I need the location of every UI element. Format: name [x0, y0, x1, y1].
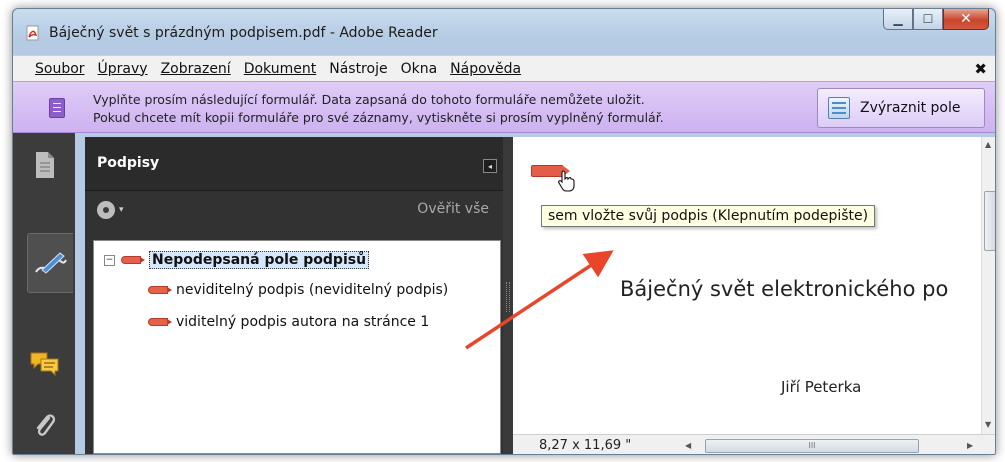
tree-item-invisible-signature[interactable]: neviditelný podpis (neviditelný podpis): [148, 279, 448, 301]
highlight-fields-icon: [828, 97, 850, 119]
form-message-bar: Vyplňte prosím následující formulář. Dat…: [13, 81, 995, 133]
verify-all-button[interactable]: Ověřit vše: [417, 201, 489, 217]
close-icon: ✕: [960, 11, 972, 27]
signature-pen-icon: [34, 252, 67, 274]
menu-nastroje[interactable]: Nástroje: [329, 61, 387, 77]
scroll-up-icon[interactable]: ▲: [985, 140, 991, 149]
title-bar[interactable]: Báječný svět s prázdným podpisem.pdf - A…: [13, 9, 995, 55]
signature-tree: − Nepodepsaná pole podpisů neviditelný p…: [93, 240, 501, 454]
form-icon: [49, 98, 65, 118]
document-heading: Báječný svět elektronického po: [620, 277, 949, 301]
highlight-fields-button[interactable]: Zvýraznit pole: [817, 88, 985, 128]
vertical-scroll-thumb[interactable]: [984, 191, 995, 251]
document-view[interactable]: sem vložte svůj podpis (Klepnutím podepi…: [513, 137, 995, 434]
signature-tooltip: sem vložte svůj podpis (Klepnutím podepi…: [541, 205, 876, 227]
tree-item-visible-signature[interactable]: viditelný podpis autora na stránce 1: [148, 311, 429, 333]
page-thumbnails-icon: [36, 152, 54, 178]
adobe-reader-window: Báječný svět s prázdným podpisem.pdf - A…: [12, 8, 996, 455]
signature-field-icon: [148, 286, 172, 294]
menu-soubor[interactable]: Soubor: [35, 61, 85, 77]
tree-item-label: viditelný podpis autora na stránce 1: [176, 314, 430, 330]
tree-group-label: Nepodepsaná pole podpisů: [149, 251, 370, 269]
chevron-down-icon: ▾: [119, 205, 124, 215]
pdf-icon: [26, 25, 39, 41]
tree-group-unsigned[interactable]: − Nepodepsaná pole podpisů: [104, 249, 370, 271]
scroll-left-icon[interactable]: ◀: [685, 441, 691, 450]
vertical-scrollbar[interactable]: ▲ ▼: [981, 137, 995, 434]
signatures-panel: Podpisy ◂ ▾ Ověřit vše − Nepodepsaná pol…: [85, 137, 503, 454]
scroll-down-icon[interactable]: ▼: [985, 420, 991, 429]
form-message-line-1: Vyplňte prosím následující formulář. Dat…: [93, 92, 645, 107]
collapse-tree-icon[interactable]: −: [104, 254, 115, 266]
signatures-panel-title: Podpisy: [97, 155, 160, 171]
paperclip-icon: [36, 414, 56, 436]
options-menu-button[interactable]: ▾: [97, 201, 124, 219]
menu-napoveda[interactable]: Nápověda: [450, 61, 521, 77]
close-button[interactable]: ✕: [943, 9, 989, 30]
menu-upravy[interactable]: Úpravy: [98, 61, 148, 77]
comments-icon: [30, 352, 59, 376]
hand-cursor-icon: [558, 170, 575, 192]
horizontal-scrollbar[interactable]: ◀ III ▶: [681, 439, 977, 454]
minimize-icon: ▁: [893, 12, 903, 26]
document-author: Jiří Peterka: [781, 378, 862, 396]
menu-dokument[interactable]: Dokument: [244, 61, 317, 77]
maximize-button[interactable]: ☐: [913, 9, 943, 30]
menu-bar: Soubor Úpravy Zobrazení Dokument Nástroj…: [13, 55, 995, 81]
menu-zobrazeni[interactable]: Zobrazení: [161, 61, 231, 77]
signature-field-icon: [148, 318, 172, 326]
panel-splitter[interactable]: [503, 137, 513, 454]
highlight-fields-label: Zvýraznit pole: [860, 100, 961, 116]
status-bar: 8,27 x 11,69 " ◀ III ▶: [513, 434, 995, 454]
signatures-panel-header: Podpisy ◂: [85, 137, 503, 191]
page-size-readout: 8,27 x 11,69 ": [539, 438, 632, 453]
attachments-button[interactable]: [23, 403, 67, 447]
signatures-panel-button[interactable]: [27, 233, 73, 293]
form-message: Vyplňte prosím následující formulář. Dat…: [93, 91, 664, 127]
tree-item-label: neviditelný podpis (neviditelný podpis): [176, 282, 449, 298]
signature-field-icon: [121, 256, 145, 264]
window-controls: ▁ ☐ ✕: [883, 9, 989, 31]
gear-icon: [97, 201, 115, 219]
horizontal-scroll-thumb[interactable]: III: [705, 439, 919, 453]
window-title: Báječný svět s prázdným podpisem.pdf - A…: [49, 25, 438, 41]
comments-button[interactable]: [23, 341, 67, 385]
page-thumbnails-button[interactable]: [23, 143, 67, 187]
navigation-pane: [13, 133, 75, 454]
close-document-icon[interactable]: ✖: [974, 60, 987, 78]
scroll-right-icon[interactable]: ▶: [967, 441, 973, 450]
form-message-line-2: Pokud chcete mít kopii formuláře pro své…: [93, 110, 664, 125]
minimize-button[interactable]: ▁: [883, 9, 913, 30]
maximize-icon: ☐: [922, 12, 934, 26]
collapse-panel-button[interactable]: ◂: [483, 159, 497, 173]
menu-okna[interactable]: Okna: [401, 61, 438, 77]
